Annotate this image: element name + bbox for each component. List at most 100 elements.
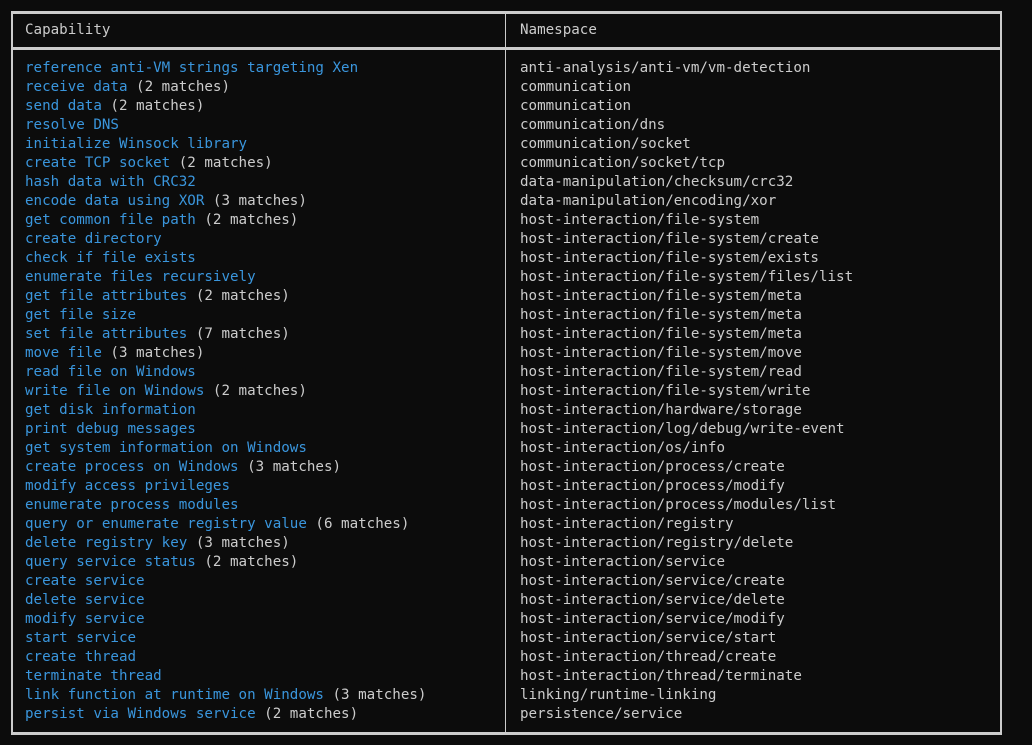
capability-name: get common file path — [25, 212, 196, 228]
table-row[interactable]: create directory host-interaction/file-sy… — [0, 230, 1032, 249]
capability-cell: persist via Windows service (2 matches) — [25, 705, 358, 724]
table-row[interactable]: terminate thread host-interaction/thread/… — [0, 667, 1032, 686]
capability-cell: get file size — [25, 306, 136, 325]
capability-cell: get system information on Windows — [25, 439, 307, 458]
capability-cell: get disk information — [25, 401, 196, 420]
table-row[interactable]: encode data using XOR (3 matches) data-ma… — [0, 192, 1032, 211]
capability-cell: enumerate files recursively — [25, 268, 256, 287]
capability-cell: create service — [25, 572, 145, 591]
capability-cell: create directory — [25, 230, 162, 249]
capability-match-count: (3 matches) — [323, 687, 427, 703]
capability-name: move file — [25, 345, 102, 361]
capability-name: get file size — [25, 307, 137, 323]
capability-cell: link function at runtime on Windows (3 m… — [25, 686, 426, 705]
capability-cell: delete service — [25, 591, 145, 610]
table-row[interactable]: create process on Windows (3 matches) hos… — [0, 458, 1032, 477]
namespace-cell: communication/socket — [520, 136, 691, 152]
capability-name: delete service — [25, 592, 145, 608]
table-row[interactable]: write file on Windows (2 matches) host-in… — [0, 382, 1032, 401]
table-row[interactable]: set file attributes (7 matches) host-inte… — [0, 325, 1032, 344]
table-row[interactable]: read file on Windows host-interaction/fil… — [0, 363, 1032, 382]
capability-cell: reference anti-VM strings targeting Xen — [25, 59, 358, 78]
table-row[interactable]: modify service host-interaction/service/m… — [0, 610, 1032, 629]
table-header-separator — [11, 47, 1002, 50]
table-row[interactable]: enumerate process modules host-interactio… — [0, 496, 1032, 515]
capability-name: persist via Windows service — [25, 706, 256, 722]
table-row[interactable]: create thread host-interaction/thread/cre… — [0, 648, 1032, 667]
namespace-cell: host-interaction/registry — [520, 516, 734, 532]
namespace-cell: host-interaction/registry/delete — [520, 535, 794, 551]
capability-cell: create process on Windows (3 matches) — [25, 458, 341, 477]
table-row[interactable]: reference anti-VM strings targeting Xen a… — [0, 59, 1032, 78]
capability-name: create TCP socket — [25, 155, 171, 171]
capability-match-count: (2 matches) — [170, 155, 273, 171]
capability-name: receive data — [25, 79, 128, 95]
table-row[interactable]: persist via Windows service (2 matches) p… — [0, 705, 1032, 724]
capability-name: delete registry key — [25, 535, 188, 551]
table-row[interactable]: delete service host-interaction/service/d… — [0, 591, 1032, 610]
capability-cell: get common file path (2 matches) — [25, 211, 298, 230]
table-row[interactable]: move file (3 matches) host-interaction/fi… — [0, 344, 1032, 363]
namespace-cell: data-manipulation/encoding/xor — [520, 193, 777, 209]
table-row[interactable]: start service host-interaction/service/st… — [0, 629, 1032, 648]
namespace-cell: communication — [520, 79, 632, 95]
capability-cell: start service — [25, 629, 136, 648]
namespace-cell: data-manipulation/checksum/crc32 — [520, 174, 794, 190]
table-row[interactable]: resolve DNS communication/dns — [0, 116, 1032, 135]
table-row[interactable]: print debug messages host-interaction/log… — [0, 420, 1032, 439]
capability-cell: terminate thread — [25, 667, 162, 686]
capability-match-count: (3 matches) — [238, 459, 342, 475]
namespace-cell: host-interaction/os/info — [520, 440, 725, 456]
capability-cell: delete registry key (3 matches) — [25, 534, 290, 553]
table-row[interactable]: hash data with CRC32 data-manipulation/ch… — [0, 173, 1032, 192]
capability-cell: move file (3 matches) — [25, 344, 204, 363]
capability-match-count: (2 matches) — [255, 706, 359, 722]
capability-cell: query or enumerate registry value (6 mat… — [25, 515, 409, 534]
table-row[interactable]: enumerate files recursively host-interact… — [0, 268, 1032, 287]
capability-cell: modify service — [25, 610, 145, 629]
table-row[interactable]: query or enumerate registry value (6 mat… — [0, 515, 1032, 534]
table-row[interactable]: get file size host-interaction/file-syste… — [0, 306, 1032, 325]
capability-name: query service status — [25, 554, 196, 570]
namespace-cell: host-interaction/file-system/read — [520, 364, 802, 380]
capability-match-count: (6 matches) — [306, 516, 410, 532]
table-row[interactable]: create service host-interaction/service/c… — [0, 572, 1032, 591]
table-row[interactable]: get system information on Windows host-in… — [0, 439, 1032, 458]
table-row[interactable]: get file attributes (2 matches) host-inte… — [0, 287, 1032, 306]
capability-name: query or enumerate registry value — [25, 516, 307, 532]
capability-match-count: (2 matches) — [101, 98, 205, 114]
capability-cell: get file attributes (2 matches) — [25, 287, 290, 306]
terminal-window: Capability Namespace reference anti-VM s… — [0, 0, 1032, 745]
table-row[interactable]: link function at runtime on Windows (3 m… — [0, 686, 1032, 705]
capability-name: read file on Windows — [25, 364, 196, 380]
namespace-cell: communication — [520, 98, 632, 114]
namespace-cell: host-interaction/file-system/meta — [520, 326, 802, 342]
table-row[interactable]: modify access privileges host-interaction… — [0, 477, 1032, 496]
capability-match-count: (2 matches) — [195, 212, 299, 228]
table-row[interactable]: receive data (2 matches) communication — [0, 78, 1032, 97]
table-row[interactable]: delete registry key (3 matches) host-inte… — [0, 534, 1032, 553]
namespace-cell: host-interaction/process/create — [520, 459, 785, 475]
capability-name: terminate thread — [25, 668, 162, 684]
capability-cell: check if file exists — [25, 249, 196, 268]
table-row[interactable]: get common file path (2 matches) host-int… — [0, 211, 1032, 230]
capability-name: reference anti-VM strings targeting Xen — [25, 60, 359, 76]
capability-name: get file attributes — [25, 288, 188, 304]
namespace-cell: host-interaction/file-system/write — [520, 383, 811, 399]
namespace-cell: host-interaction/hardware/storage — [520, 402, 802, 418]
table-row[interactable]: create TCP socket (2 matches) communicati… — [0, 154, 1032, 173]
capability-cell: receive data (2 matches) — [25, 78, 230, 97]
table-row[interactable]: get disk information host-interaction/har… — [0, 401, 1032, 420]
table-row[interactable]: initialize Winsock library communication/… — [0, 135, 1032, 154]
capability-name: get disk information — [25, 402, 196, 418]
capability-cell: modify access privileges — [25, 477, 230, 496]
namespace-cell: communication/socket/tcp — [520, 155, 725, 171]
table-top-border — [11, 11, 1002, 14]
capability-name: check if file exists — [25, 250, 196, 266]
table-row[interactable]: query service status (2 matches) host-int… — [0, 553, 1032, 572]
table-row[interactable]: check if file exists host-interaction/fil… — [0, 249, 1032, 268]
capability-name: resolve DNS — [25, 117, 119, 133]
table-row[interactable]: send data (2 matches) communication — [0, 97, 1032, 116]
namespace-cell: host-interaction/file-system/meta — [520, 307, 802, 323]
capability-cell: hash data with CRC32 — [25, 173, 196, 192]
